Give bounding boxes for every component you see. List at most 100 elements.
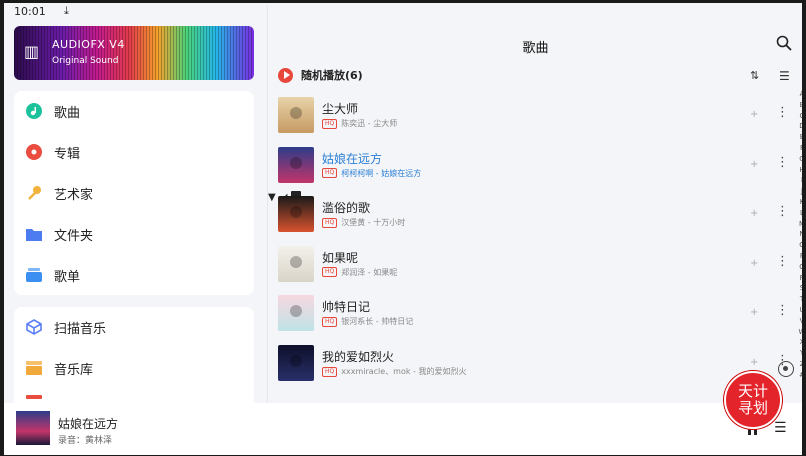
player-title: 姑娘在远方 <box>58 417 119 431</box>
watermark-line-2: 寻划 <box>737 399 768 417</box>
add-to-playlist-icon[interactable]: + <box>750 258 758 269</box>
app-banner: ▥ AUDIOFX V4 Original Sound <box>14 26 254 80</box>
nav-item-albums[interactable]: 专辑 <box>14 132 254 172</box>
alphabet-letter[interactable]: P <box>796 251 802 262</box>
alphabet-index[interactable]: ABCDEFGHIJKLMNOPQRSTUVWXYZ# <box>796 89 802 381</box>
hq-badge: HQ <box>322 118 338 129</box>
alphabet-letter[interactable]: I <box>796 175 802 186</box>
song-artist: 陈奕迅 - 尘大师 <box>341 119 398 128</box>
mini-player[interactable]: 姑娘在远方 录音：黄林泽 ☰ <box>4 403 802 455</box>
song-title: 帅特日记 <box>322 300 371 315</box>
alphabet-letter[interactable]: W <box>796 327 802 338</box>
more-options-icon[interactable]: ⋮ <box>776 105 789 120</box>
banner-subtitle: Original Sound <box>52 56 119 66</box>
play-icon <box>278 67 293 83</box>
more-options-icon[interactable]: ⋮ <box>776 254 789 269</box>
nav-item-artists[interactable]: 艺术家 <box>14 173 254 213</box>
song-cover-art <box>278 245 314 282</box>
player-subtitle: 录音：黄林泽 <box>58 436 113 446</box>
alphabet-letter[interactable]: # <box>796 370 802 381</box>
alphabet-letter[interactable]: J <box>796 186 802 197</box>
alphabet-letter[interactable]: L <box>796 208 802 219</box>
nav-label: 扫描音乐 <box>54 321 107 337</box>
song-subtitle: HQ 银河系长 - 帅特日记 <box>322 316 413 327</box>
song-row[interactable]: 如果呢 HQ 郑润泽 - 如果呢 + ⋮ <box>278 245 789 290</box>
shuffle-play-button[interactable]: 随机播放(6) <box>278 67 363 83</box>
hq-badge: HQ <box>322 168 338 179</box>
add-to-playlist-icon[interactable]: + <box>750 208 758 219</box>
alphabet-letter[interactable]: N <box>796 229 802 240</box>
alphabet-letter[interactable]: A <box>796 89 802 100</box>
nav-item-music-library[interactable]: 音乐库 <box>14 348 254 388</box>
alphabet-letter[interactable]: Q <box>796 262 802 273</box>
more-options-icon[interactable]: ⋮ <box>776 303 789 318</box>
song-row[interactable]: 姑娘在远方 HQ 柯柯柯啊 - 姑娘在远方 + ⋮ <box>278 146 789 191</box>
more-options-icon[interactable]: ⋮ <box>776 155 789 170</box>
search-icon[interactable] <box>776 35 792 51</box>
alphabet-letter[interactable]: U <box>796 305 802 316</box>
nav-label: 专辑 <box>54 146 81 162</box>
alphabet-letter[interactable]: V <box>796 316 802 327</box>
song-artist: 银河系长 - 帅特日记 <box>341 317 414 327</box>
song-row[interactable]: 滥俗的歌 HQ 汉堡黄 - 十万小时 + ⋮ <box>278 196 789 240</box>
song-row[interactable]: 帅特日记 HQ 银河系长 - 帅特日记 + ⋮ <box>278 295 789 339</box>
alphabet-letter[interactable]: H <box>796 165 802 176</box>
multi-select-icon[interactable]: ☰ <box>779 69 790 83</box>
nav-item-playlists[interactable]: 歌单 <box>14 255 254 295</box>
status-bar: 10:01 ⤓ ▼ ◢ <box>4 3 802 389</box>
nav-main-card: 歌曲 专辑 艺术家 文件夹 歌单 <box>14 91 254 295</box>
alphabet-letter[interactable]: M <box>796 219 802 230</box>
page-title: 歌曲 <box>522 41 549 56</box>
alphabet-letter[interactable]: E <box>796 132 802 143</box>
more-options-icon[interactable]: ⋮ <box>776 204 789 219</box>
alphabet-letter[interactable]: K <box>796 197 802 208</box>
nav-item-scan-music[interactable]: 扫描音乐 <box>14 307 254 347</box>
watermark-seal: 天计 寻划 <box>724 371 782 429</box>
hq-badge: HQ <box>322 366 338 377</box>
add-to-playlist-icon[interactable]: + <box>750 357 758 368</box>
add-to-playlist-icon[interactable]: + <box>750 159 758 170</box>
song-subtitle: HQ xxxmiracle、mok - 我的爱如烈火 <box>322 366 466 377</box>
watermark-line-1: 天计 <box>737 382 768 400</box>
library-icon <box>26 360 42 376</box>
song-title: 我的爱如烈火 <box>322 350 395 364</box>
nav-label: 艺术家 <box>54 187 94 203</box>
sort-icon[interactable]: ⇅ <box>750 69 759 82</box>
song-cover-art <box>278 295 314 332</box>
song-cover-art <box>278 97 314 133</box>
download-icon: ⤓ <box>64 4 69 17</box>
nav-item-songs[interactable]: 歌曲 <box>14 91 254 131</box>
alphabet-letter[interactable]: D <box>796 121 802 132</box>
song-artist: 郑润泽 - 如果呢 <box>341 267 398 277</box>
song-subtitle: HQ 柯柯柯啊 - 姑娘在远方 <box>322 168 421 179</box>
nav-tools-card: 扫描音乐 音乐库 <box>14 307 254 417</box>
alphabet-letter[interactable]: Z <box>796 359 802 370</box>
alphabet-letter[interactable]: Y <box>796 348 802 359</box>
alphabet-letter[interactable]: X <box>796 337 802 348</box>
alphabet-letter[interactable]: S <box>796 283 802 294</box>
add-to-playlist-icon[interactable]: + <box>750 109 758 120</box>
song-row[interactable]: 我的爱如烈火 HQ xxxmiracle、mok - 我的爱如烈火 + ⋮ <box>278 345 789 389</box>
alphabet-letter[interactable]: F <box>796 143 802 154</box>
song-title: 如果呢 <box>322 250 359 265</box>
nav-item-folders[interactable]: 文件夹 <box>14 214 254 254</box>
status-time: 10:01 <box>14 5 46 18</box>
alphabet-letter[interactable]: O <box>796 240 802 251</box>
song-artist: 柯柯柯啊 - 姑娘在远方 <box>341 168 422 178</box>
alphabet-letter[interactable]: B <box>796 100 802 111</box>
song-subtitle: HQ 陈奕迅 - 尘大师 <box>322 118 397 129</box>
queue-icon[interactable]: ☰ <box>774 420 787 436</box>
alphabet-letter[interactable]: T <box>796 294 802 305</box>
app-screen: 10:01 ⤓ ▼ ◢ ▥ AUDIOFX V4 Original Sound … <box>4 3 802 455</box>
alphabet-letter[interactable]: G <box>796 154 802 165</box>
alphabet-letter[interactable]: R <box>796 273 802 284</box>
add-to-playlist-icon[interactable]: + <box>750 307 758 318</box>
hq-badge: HQ <box>322 217 338 228</box>
equalizer-icon: ▥ <box>24 42 40 61</box>
song-subtitle: HQ 汉堡黄 - 十万小时 <box>322 217 405 228</box>
alphabet-letter[interactable]: C <box>796 111 802 122</box>
shuffle-label: 随机播放(6) <box>301 69 363 82</box>
song-row[interactable]: 尘大师 HQ 陈奕迅 - 尘大师 + ⋮ <box>278 97 789 141</box>
locate-icon[interactable] <box>778 361 794 377</box>
song-artist: xxxmiracle、mok - 我的爱如烈火 <box>341 367 467 376</box>
